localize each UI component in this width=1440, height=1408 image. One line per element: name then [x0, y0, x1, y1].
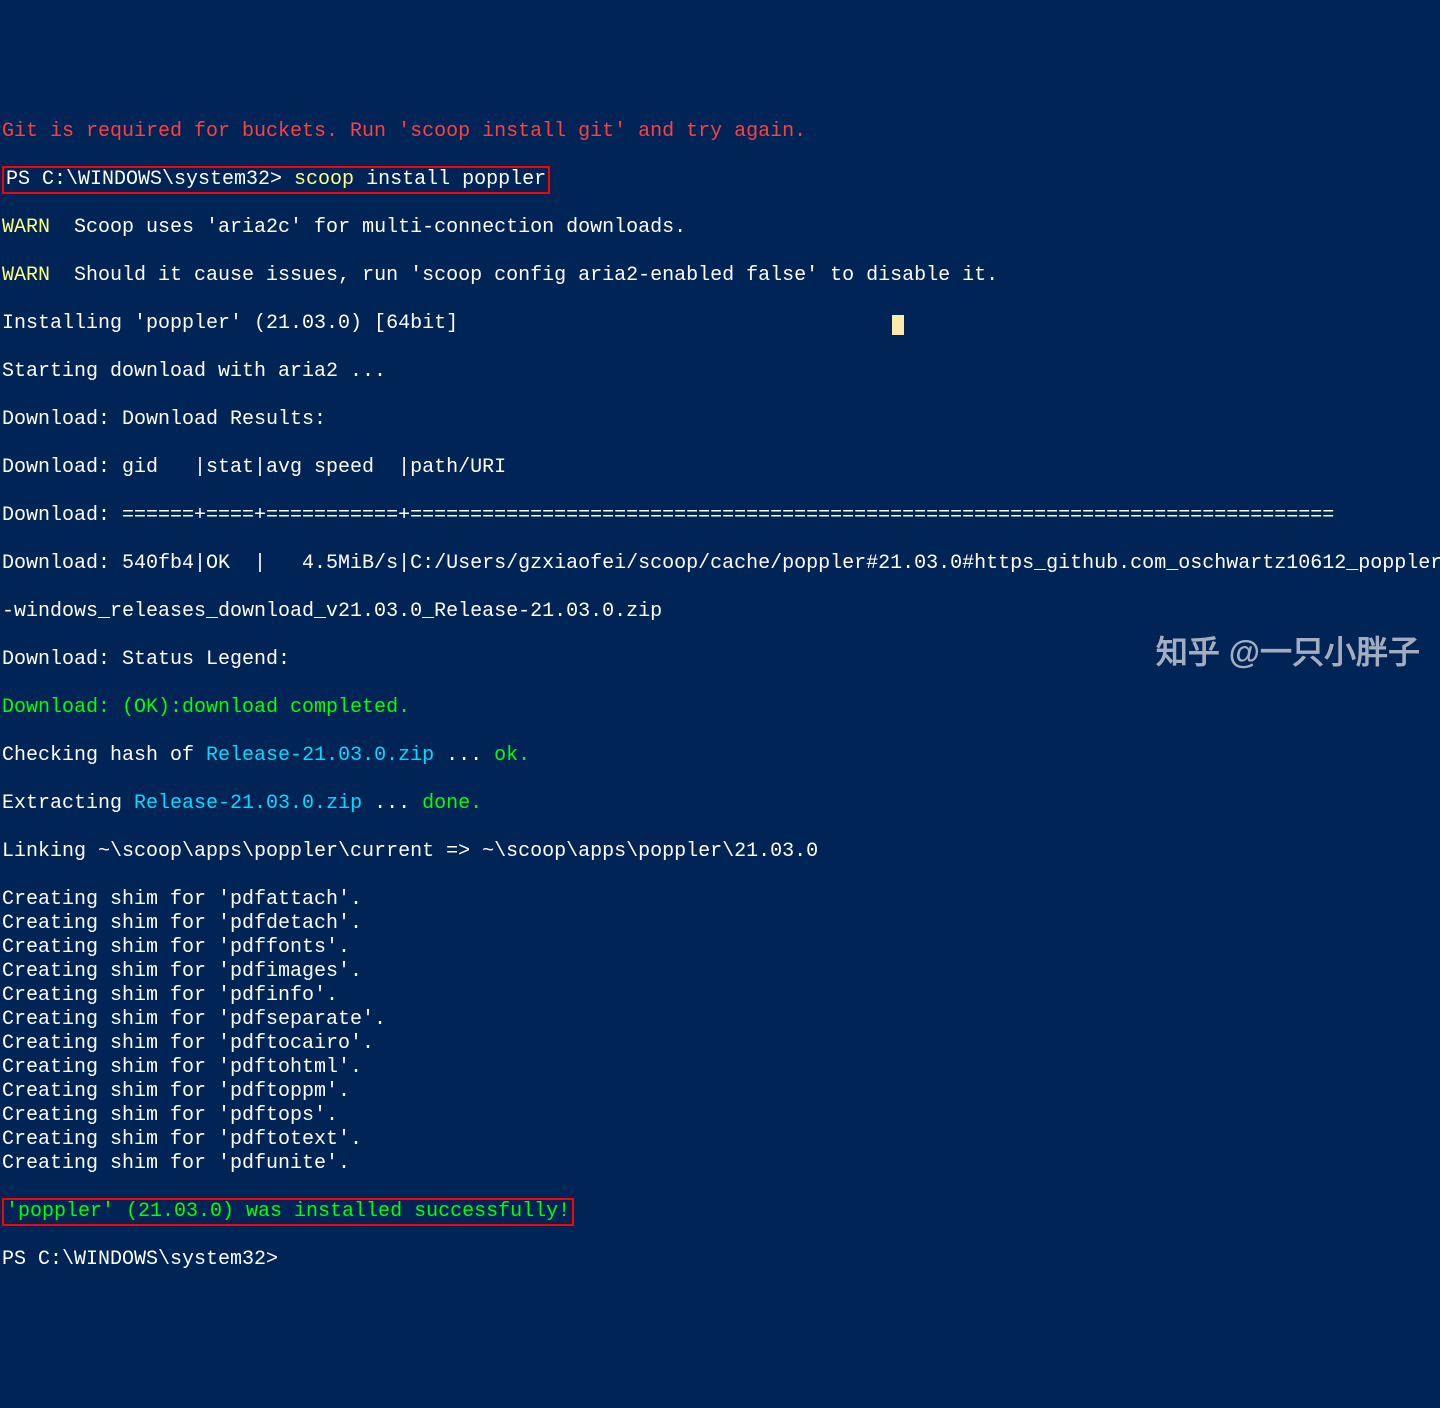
- shim-line: Creating shim for 'pdftops'.: [2, 1104, 338, 1127]
- warn-label: WARN: [2, 216, 50, 239]
- hash-ok: ok.: [494, 744, 530, 767]
- command-args: install poppler: [354, 168, 546, 191]
- shim-line: Creating shim for 'pdfseparate'.: [2, 1008, 386, 1031]
- download-legend: Download: Status Legend:: [2, 648, 290, 671]
- shim-line: Creating shim for 'pdfattach'.: [2, 888, 362, 911]
- hash-file: Release-21.03.0.zip: [206, 744, 434, 767]
- download-line: Starting download with aria2 ...: [2, 360, 386, 383]
- installing-line: Installing 'poppler' (21.03.0) [64bit]: [2, 312, 458, 335]
- shim-line: Creating shim for 'pdfinfo'.: [2, 984, 338, 1007]
- success-line: 'poppler' (21.03.0) was installed succes…: [6, 1200, 570, 1223]
- shim-line: Creating shim for 'pdffonts'.: [2, 936, 350, 959]
- download-row: Download: 540fb4|OK | 4.5MiB/s|C:/Users/…: [2, 552, 1440, 575]
- download-separator: Download: ======+====+===========+======…: [2, 504, 1334, 527]
- extracting: Extracting: [2, 792, 134, 815]
- linking-line: Linking ~\scoop\apps\poppler\current => …: [2, 840, 818, 863]
- prompt: PS C:\WINDOWS\system32>: [6, 168, 294, 191]
- download-row: -windows_releases_download_v21.03.0_Rele…: [2, 600, 662, 623]
- extract-file: Release-21.03.0.zip: [134, 792, 362, 815]
- extract-done: done.: [422, 792, 482, 815]
- success-highlight-box: 'poppler' (21.03.0) was installed succes…: [2, 1198, 574, 1226]
- command-highlight-box: PS C:\WINDOWS\system32> scoop install po…: [2, 166, 550, 194]
- shim-line: Creating shim for 'pdfimages'.: [2, 960, 362, 983]
- cursor: [892, 315, 904, 335]
- shim-line: Creating shim for 'pdftoppm'.: [2, 1080, 350, 1103]
- error-line: Git is required for buckets. Run 'scoop …: [2, 120, 806, 143]
- command-token: scoop: [294, 168, 354, 191]
- hash-check: Checking hash of: [2, 744, 206, 767]
- watermark: 知乎 @一只小胖子: [1156, 640, 1420, 664]
- download-line: Download: Download Results:: [2, 408, 326, 431]
- warn-text: Should it cause issues, run 'scoop confi…: [50, 264, 998, 287]
- download-header: Download: gid |stat|avg speed |path/URI: [2, 456, 506, 479]
- warn-text: Scoop uses 'aria2c' for multi-connection…: [50, 216, 686, 239]
- download-ok: Download: (OK):download completed.: [2, 696, 410, 719]
- shim-line: Creating shim for 'pdftohtml'.: [2, 1056, 362, 1079]
- shim-line: Creating shim for 'pdfdetach'.: [2, 912, 362, 935]
- terminal-output[interactable]: Git is required for buckets. Run 'scoop …: [0, 96, 1440, 1296]
- warn-label: WARN: [2, 264, 50, 287]
- shim-line: Creating shim for 'pdftocairo'.: [2, 1032, 374, 1055]
- prompt: PS C:\WINDOWS\system32>: [2, 1248, 278, 1271]
- shim-line: Creating shim for 'pdfunite'.: [2, 1152, 350, 1175]
- shim-line: Creating shim for 'pdftotext'.: [2, 1128, 362, 1151]
